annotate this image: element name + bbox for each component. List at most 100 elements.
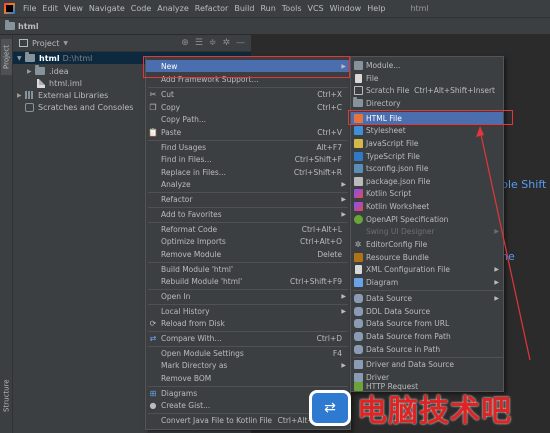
sub-label: Scratch File (366, 85, 410, 95)
copy-icon: ❐ (149, 102, 157, 112)
ctx-paste[interactable]: 📋 Paste Ctrl+V (146, 126, 350, 138)
database-icon (353, 331, 363, 341)
project-tool-tab[interactable]: Project (1, 39, 12, 75)
typescript-file-icon (353, 151, 363, 161)
root-folder-label: html (39, 53, 60, 63)
context-menu: New ▶ Add Framework Support... ✂ Cut Ctrl… (145, 56, 351, 430)
ctx-compare-with[interactable]: ⇄ Compare With... Ctrl+D (146, 332, 350, 344)
file-icon (354, 73, 362, 83)
ctx-local-history[interactable]: Local History ▶ (146, 305, 350, 317)
menu-file[interactable]: File (20, 0, 39, 18)
collapse-all-icon[interactable]: ≑ (209, 38, 217, 48)
ctx-new[interactable]: New ▶ (146, 60, 350, 72)
sub-label: JavaScript File (366, 138, 419, 148)
submenu-arrow-icon: ▶ (341, 210, 346, 218)
ctx-label: Convert Java File to Kotlin File (161, 415, 273, 425)
ctx-shortcut: Delete (317, 249, 342, 259)
ctx-reload-from-disk[interactable]: ⟳ Reload from Disk (146, 317, 350, 329)
ctx-label: Copy (161, 102, 181, 112)
ctx-build-module[interactable]: Build Module 'html' (146, 263, 350, 275)
sub-scratch-file[interactable]: Scratch File Ctrl+Alt+Shift+Insert (351, 84, 503, 96)
package-json-file-icon (353, 176, 363, 186)
tree-row-scratches[interactable]: Scratches and Consoles (13, 101, 133, 113)
database-icon (353, 318, 363, 328)
sub-label: Kotlin Script (366, 188, 412, 198)
ctx-cut[interactable]: ✂ Cut Ctrl+X (146, 88, 350, 100)
module-icon (353, 60, 363, 70)
intellij-logo-icon (4, 3, 15, 14)
ctx-remove-module[interactable]: Remove Module Delete (146, 248, 350, 260)
chevron-right-icon[interactable]: ▶ (17, 92, 25, 99)
menu-edit[interactable]: Edit (39, 0, 61, 18)
ctx-refactor[interactable]: Refactor ▶ (146, 193, 350, 205)
ctx-replace-in-files[interactable]: Replace in Files... Ctrl+Shift+R (146, 166, 350, 178)
menu-view[interactable]: View (61, 0, 86, 18)
menu-build[interactable]: Build (231, 0, 257, 18)
chevron-down-icon[interactable]: ▼ (17, 55, 25, 62)
sub-label: DDL Data Source (366, 306, 431, 316)
ctx-open-module-settings[interactable]: Open Module Settings F4 (146, 347, 350, 359)
menu-code[interactable]: Code (128, 0, 154, 18)
ctx-remove-bom[interactable]: Remove BOM (146, 372, 350, 384)
ctx-analyze[interactable]: Analyze ▶ (146, 178, 350, 190)
sub-label: tsconfig.json File (366, 163, 429, 173)
tree-row-idea[interactable]: ▶ .idea (13, 65, 69, 77)
scratch-file-icon (353, 85, 363, 95)
tree-row-external-libraries[interactable]: ▶ External Libraries (13, 89, 108, 101)
ctx-add-framework-support[interactable]: Add Framework Support... (146, 73, 350, 85)
ctx-label: Optimize Imports (161, 236, 226, 246)
sub-label: Kotlin Worksheet (366, 201, 430, 211)
sub-label: File (366, 73, 379, 83)
chevron-down-icon[interactable]: ▼ (63, 40, 68, 47)
menu-window[interactable]: Window (327, 0, 365, 18)
chevron-right-icon[interactable]: ▶ (27, 68, 35, 75)
ctx-reformat-code[interactable]: Reformat Code Ctrl+Alt+L (146, 223, 350, 235)
sub-label: Data Source (366, 293, 413, 303)
ctx-copy-path[interactable]: Copy Path... (146, 113, 350, 125)
sub-directory[interactable]: Directory (351, 97, 503, 109)
hide-icon[interactable]: — (236, 38, 245, 48)
ctx-optimize-imports[interactable]: Optimize Imports Ctrl+Alt+O (146, 235, 350, 247)
ctx-label: Local History (161, 306, 210, 316)
menu-run[interactable]: Run (257, 0, 278, 18)
sub-label: Resource Bundle (366, 252, 429, 262)
tree-row-iml[interactable]: html.iml (13, 77, 82, 89)
menu-tools[interactable]: Tools (279, 0, 305, 18)
locate-icon[interactable]: ⊕ (181, 38, 189, 48)
ctx-label: Copy Path... (161, 114, 207, 124)
ctx-find-usages[interactable]: Find Usages Alt+F7 (146, 141, 350, 153)
ctx-label: Find in Files... (161, 154, 212, 164)
project-view-selector[interactable]: Project (32, 39, 59, 48)
left-tool-stripe: Project Structure (0, 35, 13, 433)
ctx-shortcut: Ctrl+Shift+F (294, 154, 342, 164)
breadcrumb-project[interactable]: html (18, 22, 39, 31)
ctx-label: Cut (161, 89, 174, 99)
menu-navigate[interactable]: Navigate (86, 0, 128, 18)
ctx-rebuild-module[interactable]: Rebuild Module 'html' Ctrl+Shift+F9 (146, 275, 350, 287)
monitor-logo-icon: ⇄ (309, 390, 351, 426)
sub-label: TypeScript File (366, 151, 420, 161)
kotlin-icon (353, 188, 363, 198)
menu-analyze[interactable]: Analyze (154, 0, 192, 18)
ctx-shortcut: Ctrl+V (317, 127, 342, 137)
menu-refactor[interactable]: Refactor (192, 0, 232, 18)
expand-all-icon[interactable]: ☰ (195, 38, 203, 48)
gear-icon[interactable]: ✲ (222, 38, 230, 48)
sub-label: XML Configuration File (366, 264, 450, 274)
kotlin-icon (353, 201, 363, 211)
ctx-copy[interactable]: ❐ Copy Ctrl+C (146, 101, 350, 113)
ctx-add-to-favorites[interactable]: Add to Favorites ▶ (146, 208, 350, 220)
sub-module[interactable]: Module... (351, 59, 503, 71)
sub-label: Data Source from URL (366, 318, 450, 328)
structure-tool-tab[interactable]: Structure (1, 375, 12, 417)
sub-file[interactable]: File (351, 72, 503, 84)
separator (353, 110, 503, 111)
ctx-shortcut: Ctrl+Shift+F9 (289, 276, 342, 286)
menu-vcs[interactable]: VCS (305, 0, 327, 18)
ctx-find-in-files[interactable]: Find in Files... Ctrl+Shift+F (146, 153, 350, 165)
database-icon (353, 306, 363, 316)
ctx-open-in[interactable]: Open In ▶ (146, 290, 350, 302)
ctx-mark-directory-as[interactable]: Mark Directory as ▶ (146, 359, 350, 371)
sub-label: EditorConfig File (366, 239, 428, 249)
menu-help[interactable]: Help (364, 0, 388, 18)
